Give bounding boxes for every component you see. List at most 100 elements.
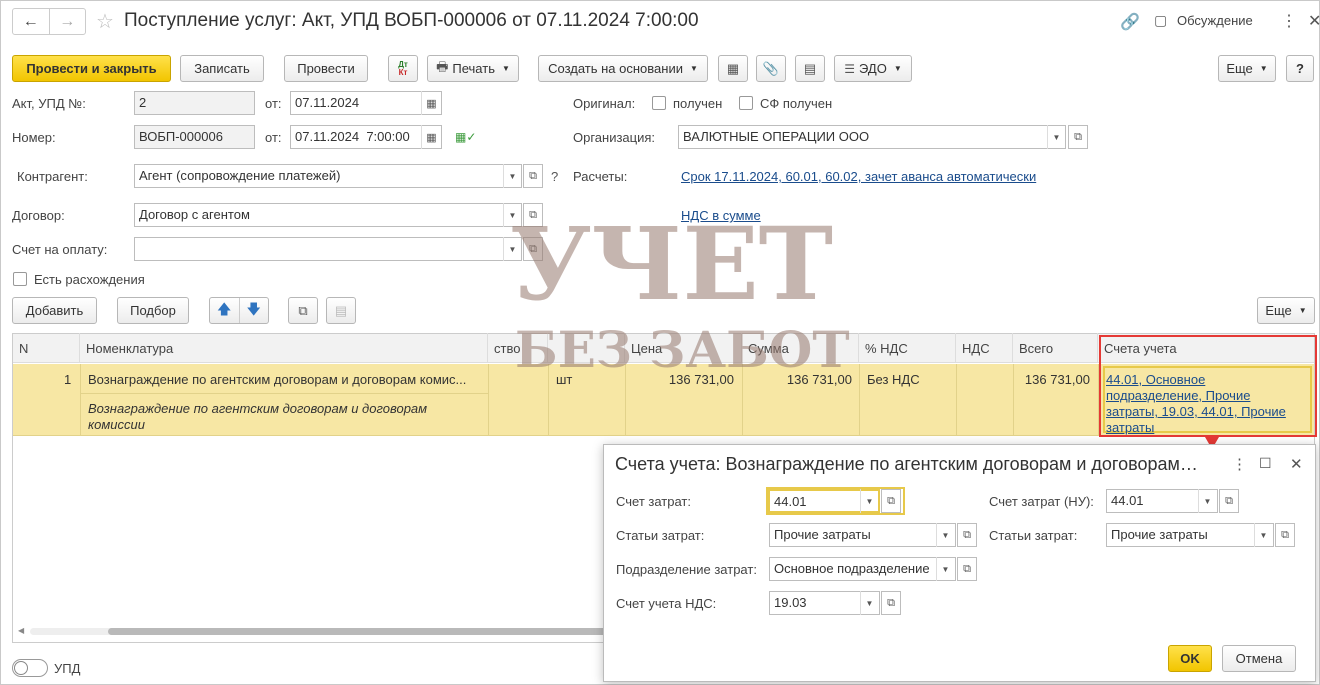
nav-back-forward: ← → [12, 8, 86, 35]
paste-button[interactable]: ▤ [326, 297, 356, 324]
number-date-field[interactable]: 07.11.2024 7:00:00 [290, 125, 442, 149]
chevron-down-icon[interactable]: ▼ [1254, 523, 1272, 547]
dialog-close-icon[interactable]: ✕ [1290, 455, 1303, 473]
open-icon[interactable]: ⧉ [523, 203, 543, 227]
kebab-menu-icon[interactable]: ⋮ [1281, 11, 1297, 31]
col-header-quantity[interactable]: ство [488, 333, 548, 363]
invoice-field[interactable] [134, 237, 522, 261]
cost-items-field[interactable]: Прочие затраты [769, 523, 956, 547]
scrollbar-thumb[interactable] [108, 628, 608, 635]
col-header-unit[interactable] [548, 333, 625, 363]
copy-button[interactable]: ⧉ [288, 297, 318, 324]
cell-accounts-line3[interactable]: затраты, 19.03, 44.01, Прочие [1106, 404, 1286, 419]
help-question[interactable]: ? [551, 169, 558, 184]
chevron-down-icon[interactable]: ▼ [1198, 489, 1216, 513]
cell-description-line1[interactable]: Вознаграждение по агентским договорам и … [88, 401, 427, 416]
arrow-up-icon[interactable]: 🡅 [210, 298, 240, 323]
cell-accounts-line4[interactable]: затраты [1106, 420, 1154, 435]
attachments-button[interactable]: 📎 [756, 55, 786, 82]
chevron-down-icon[interactable]: ▼ [1047, 125, 1065, 149]
chevron-down-icon[interactable]: ▼ [936, 523, 954, 547]
link-icon[interactable]: 🔗 [1120, 12, 1140, 32]
chevron-down-icon[interactable]: ▼ [503, 237, 521, 261]
settlements-link[interactable]: Срок 17.11.2024, 60.01, 60.02, зачет ава… [681, 169, 1036, 184]
cell-total[interactable]: 136 731,00 [1018, 372, 1090, 387]
cell-price[interactable]: 136 731,00 [642, 372, 734, 387]
save-button[interactable]: Записать [180, 55, 264, 82]
print-button[interactable]: 🖶 Печать ▼ [427, 55, 519, 82]
calendar-icon[interactable]: ▦ [421, 125, 441, 149]
col-header-price[interactable]: Цена [625, 333, 742, 363]
col-header-n[interactable]: N [13, 333, 80, 363]
vat-in-sum-link[interactable]: НДС в сумме [681, 208, 761, 223]
col-header-sum[interactable]: Сумма [742, 333, 859, 363]
cell-sum[interactable]: 136 731,00 [760, 372, 852, 387]
open-icon[interactable]: ⧉ [1219, 489, 1239, 513]
ok-button[interactable]: OK [1168, 645, 1212, 672]
open-icon[interactable]: ⧉ [1275, 523, 1295, 547]
organization-field[interactable]: ВАЛЮТНЫЕ ОПЕРАЦИИ ООО [678, 125, 1066, 149]
pick-button[interactable]: Подбор [117, 297, 189, 324]
horizontal-scrollbar-arrow[interactable]: ◀ [18, 626, 24, 635]
original-received-label: получен [673, 96, 723, 111]
cancel-button[interactable]: Отмена [1222, 645, 1296, 672]
upd-toggle[interactable] [12, 659, 48, 677]
row-cell-dividers [80, 364, 81, 436]
cell-nomenclature[interactable]: Вознаграждение по агентским договорам и … [88, 372, 466, 387]
edo-button[interactable]: ☰ ЭДО ▼ [834, 55, 912, 82]
sf-received-checkbox[interactable] [739, 96, 753, 110]
col-header-vat-rate[interactable]: % НДС [859, 333, 956, 363]
cell-accounts-line2[interactable]: подразделение, Прочие [1106, 388, 1250, 403]
col-header-vat[interactable]: НДС [956, 333, 1013, 363]
close-icon[interactable]: ✕ [1308, 11, 1320, 31]
cell-vat-rate[interactable]: Без НДС [867, 372, 920, 387]
help-button[interactable]: ? [1286, 55, 1314, 82]
add-row-button[interactable]: Добавить [12, 297, 97, 324]
chevron-down-icon[interactable]: ▼ [503, 164, 521, 188]
edit-status-icon[interactable]: ▦✓ [455, 130, 476, 144]
original-received-checkbox[interactable] [652, 96, 666, 110]
dialog-kebab-icon[interactable]: ⋮ [1232, 455, 1247, 473]
structure-button[interactable]: ▦ [718, 55, 748, 82]
col-header-total[interactable]: Всего [1013, 333, 1098, 363]
discussion-icon[interactable]: ▢ [1154, 12, 1167, 29]
move-buttons: 🡅 🡇 [209, 297, 269, 324]
create-based-button[interactable]: Создать на основании ▼ [538, 55, 708, 82]
cell-accounts-line1[interactable]: 44.01, Основное [1106, 372, 1205, 387]
table-more-button[interactable]: Еще ▼ [1257, 297, 1315, 324]
chevron-down-icon[interactable]: ▼ [936, 557, 954, 581]
forward-arrow-icon[interactable]: → [50, 9, 86, 34]
discussion-button[interactable]: Обсуждение [1177, 13, 1253, 28]
act-date-field[interactable]: 07.11.2024 [290, 91, 442, 115]
arrow-down-icon[interactable]: 🡇 [240, 298, 269, 323]
post-and-close-button[interactable]: Провести и закрыть [12, 55, 171, 82]
act-number-field[interactable]: 2 [134, 91, 255, 115]
cell-n[interactable]: 1 [64, 372, 71, 387]
horizontal-scrollbar[interactable] [30, 628, 620, 635]
dtkt-button[interactable]: Дт Кт [388, 55, 418, 82]
cell-unit[interactable]: шт [556, 372, 572, 387]
cell-description-line2[interactable]: комиссии [88, 417, 145, 432]
contractor-field[interactable]: Агент (сопровождение платежей) [134, 164, 522, 188]
more-button[interactable]: Еще ▼ [1218, 55, 1276, 82]
contract-field[interactable]: Договор с агентом [134, 203, 522, 227]
report-button[interactable]: ▤ [795, 55, 825, 82]
cost-dept-field[interactable]: Основное подразделение [769, 557, 956, 581]
post-button[interactable]: Провести [284, 55, 368, 82]
open-icon[interactable]: ⧉ [523, 164, 543, 188]
calendar-icon[interactable]: ▦ [421, 91, 441, 115]
discrepancy-checkbox[interactable] [13, 272, 27, 286]
cost-items-nu-field[interactable]: Прочие затраты [1106, 523, 1274, 547]
dialog-maximize-icon[interactable]: ☐ [1259, 455, 1272, 472]
chevron-down-icon[interactable]: ▼ [860, 591, 878, 615]
favorite-star-icon[interactable]: ☆ [96, 9, 114, 34]
back-arrow-icon[interactable]: ← [13, 9, 50, 34]
open-icon[interactable]: ⧉ [1068, 125, 1088, 149]
open-icon[interactable]: ⧉ [957, 557, 977, 581]
open-icon[interactable]: ⧉ [523, 237, 543, 261]
open-icon[interactable]: ⧉ [957, 523, 977, 547]
col-header-nomenclature[interactable]: Номенклатура [80, 333, 488, 363]
number-field[interactable]: ВОБП-000006 [134, 125, 255, 149]
chevron-down-icon[interactable]: ▼ [503, 203, 521, 227]
open-icon[interactable]: ⧉ [881, 591, 901, 615]
